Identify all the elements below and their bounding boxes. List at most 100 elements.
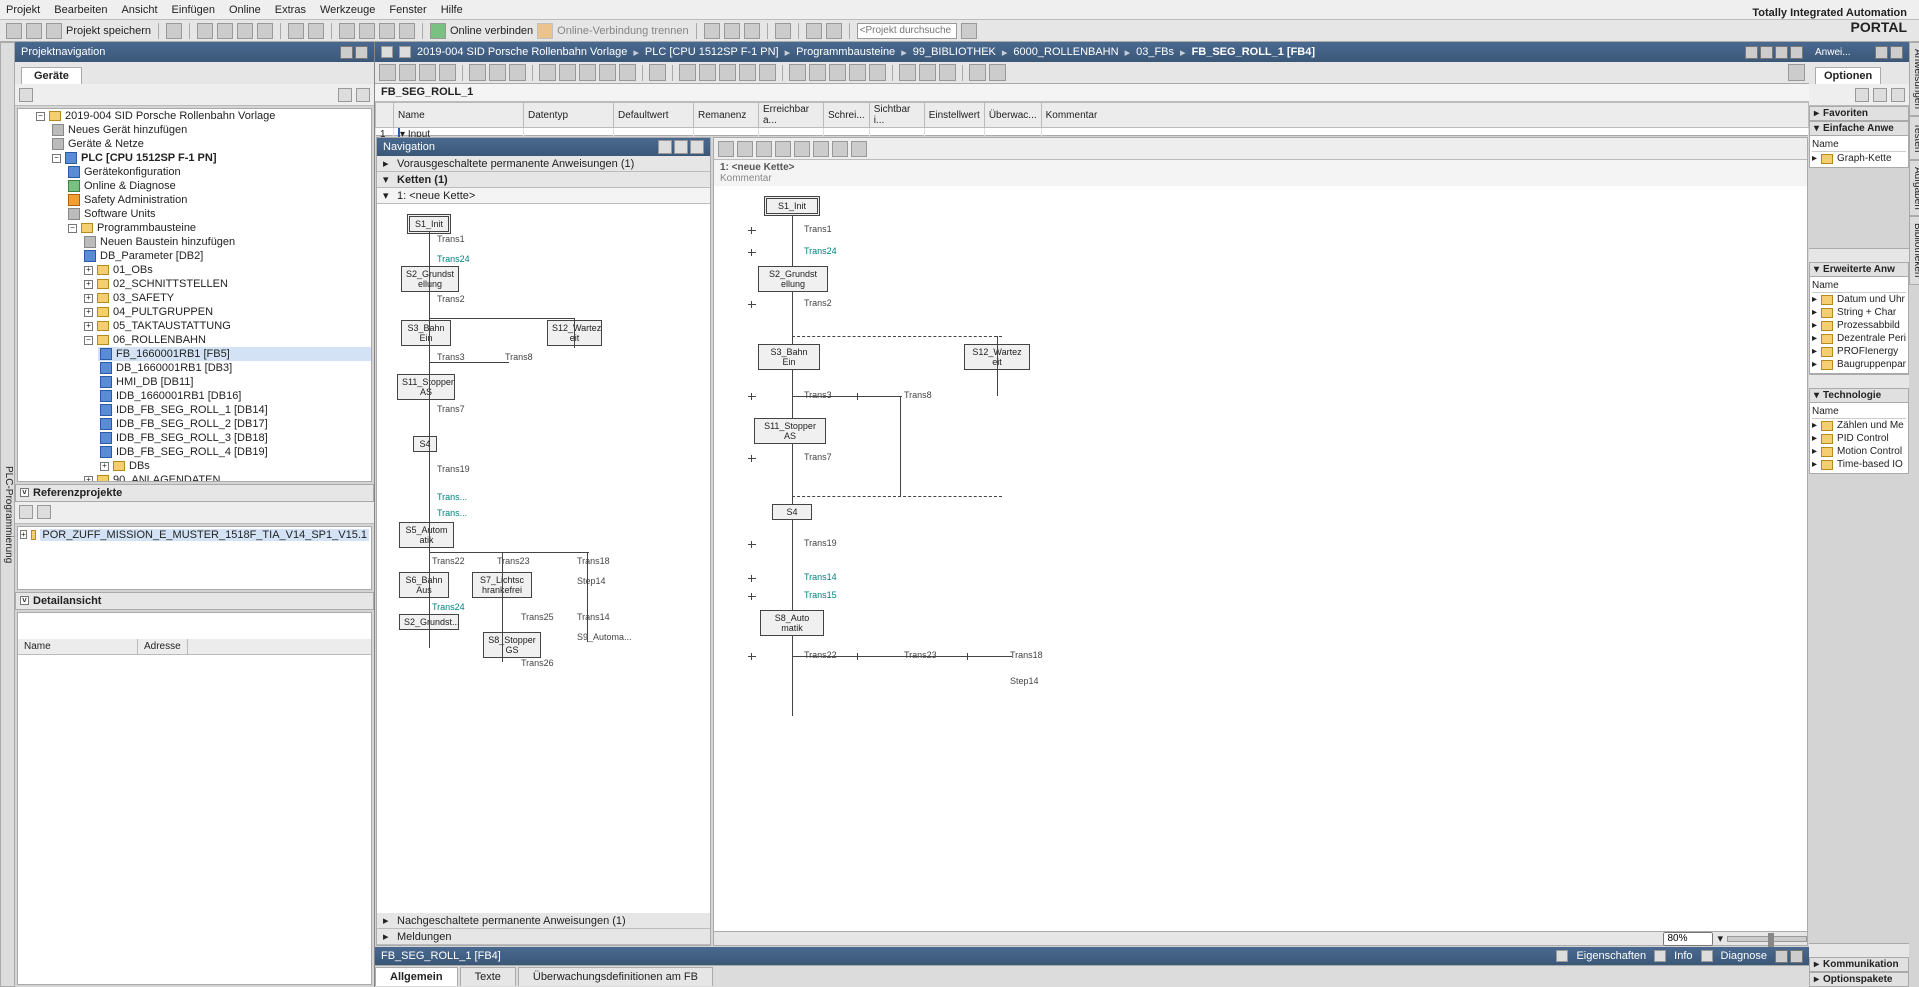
adv-item[interactable]: ▸ Datum und Uhr xyxy=(1812,293,1906,306)
communication-section[interactable]: Kommunikation xyxy=(1823,959,1899,970)
et-2-icon[interactable] xyxy=(399,64,416,81)
properties-tab[interactable]: Eigenschaften xyxy=(1576,950,1646,962)
et-21-icon[interactable] xyxy=(829,64,846,81)
et-25-icon[interactable] xyxy=(919,64,936,81)
meldungen-header[interactable]: ▸Meldungen xyxy=(377,929,710,945)
fit-icon[interactable] xyxy=(690,140,704,154)
max-icon[interactable] xyxy=(1760,46,1773,59)
menu-einfuegen[interactable]: Einfügen xyxy=(172,4,215,16)
gt-branch-icon[interactable] xyxy=(756,141,772,157)
gt-trans-icon[interactable] xyxy=(737,141,753,157)
et-7-icon[interactable] xyxy=(509,64,526,81)
redo-icon[interactable] xyxy=(308,23,324,39)
tree-expander[interactable]: − xyxy=(52,154,61,163)
download-icon[interactable] xyxy=(359,23,375,39)
tree-expander[interactable]: + xyxy=(20,530,27,539)
menu-hilfe[interactable]: Hilfe xyxy=(441,4,463,16)
left-vertical-tab[interactable]: PLC-Programmierung xyxy=(0,42,15,987)
et-10-icon[interactable] xyxy=(579,64,596,81)
et-13-icon[interactable] xyxy=(649,64,666,81)
adv-item[interactable]: ▸ PROFIenergy xyxy=(1812,345,1906,358)
nav-back-icon[interactable] xyxy=(381,46,393,58)
adv-item[interactable]: ▸ Dezentrale Peri xyxy=(1812,332,1906,345)
layout-1-icon[interactable] xyxy=(806,23,822,39)
et-26-icon[interactable] xyxy=(939,64,956,81)
tree-tool-1-icon[interactable] xyxy=(19,88,33,102)
vtab-anweisungen[interactable]: Anweisungen xyxy=(1909,42,1919,116)
et-8-icon[interactable] xyxy=(539,64,556,81)
et-6-icon[interactable] xyxy=(489,64,506,81)
ge-step-s2[interactable]: S2_Grundst ellung xyxy=(758,266,828,292)
et-22-icon[interactable] xyxy=(849,64,866,81)
et-12-icon[interactable] xyxy=(619,64,636,81)
favorites-section[interactable]: Favoriten xyxy=(1823,108,1868,119)
save-project-button[interactable]: Projekt speichern xyxy=(66,25,151,37)
tech-item[interactable]: ▸ Motion Control xyxy=(1812,445,1906,458)
et-18-icon[interactable] xyxy=(759,64,776,81)
zoom-input[interactable] xyxy=(1663,932,1713,946)
compile-icon[interactable] xyxy=(339,23,355,39)
et-20-icon[interactable] xyxy=(809,64,826,81)
ge-step-14[interactable]: Step14 xyxy=(1010,676,1039,686)
step-s4[interactable]: S4 xyxy=(413,436,437,452)
chain-1-header[interactable]: ▾1: <neue Kette> xyxy=(377,188,710,204)
copy-icon[interactable] xyxy=(217,23,233,39)
upload-icon[interactable] xyxy=(379,23,395,39)
perm-pre-header[interactable]: ▸Vorausgeschaltete permanente Anweisunge… xyxy=(377,156,710,172)
perm-post-header[interactable]: ▸Nachgeschaltete permanente Anweisungen … xyxy=(377,913,710,929)
step-s1-init[interactable]: S1_Init xyxy=(407,214,451,234)
stop-cpu-icon[interactable] xyxy=(744,23,760,39)
info-tab[interactable]: Info xyxy=(1674,950,1692,962)
tree-expander[interactable]: + xyxy=(84,294,93,303)
adv-item[interactable]: ▸ String + Char xyxy=(1812,306,1906,319)
ge-trans-7[interactable]: Trans7 xyxy=(804,452,832,462)
project-tree[interactable]: −2019-004 SID Porsche Rollenbahn Vorlage… xyxy=(17,108,372,482)
et-5-icon[interactable] xyxy=(469,64,486,81)
step-s9[interactable]: S8_Stopper GS xyxy=(483,632,541,658)
r-tool-2-icon[interactable] xyxy=(1873,88,1887,102)
ge-trans-14a[interactable]: Trans14 xyxy=(804,572,837,582)
menu-ansicht[interactable]: Ansicht xyxy=(121,4,157,16)
tree-expander[interactable]: + xyxy=(84,476,93,482)
graph-kette-item[interactable]: ▸ Graph-Kette xyxy=(1812,152,1906,165)
tech-item[interactable]: ▸ PID Control xyxy=(1812,432,1906,445)
undo-icon[interactable] xyxy=(288,23,304,39)
step-s3[interactable]: S3_Bahn Ein xyxy=(401,320,451,346)
et-24-icon[interactable] xyxy=(899,64,916,81)
accessible-devices-icon[interactable] xyxy=(704,23,720,39)
zoom-out-icon[interactable] xyxy=(674,140,688,154)
reference-projects-list[interactable]: +POR_ZUFF_MISSION_E_MUSTER_1518F_TIA_V14… xyxy=(17,526,372,590)
et-14-icon[interactable] xyxy=(679,64,696,81)
ge-trans-1[interactable]: Trans1 xyxy=(804,224,832,234)
r-min-icon[interactable] xyxy=(1875,46,1888,59)
project-search-input[interactable] xyxy=(857,23,957,39)
menu-projekt[interactable]: Projekt xyxy=(6,4,40,16)
gt-8-icon[interactable] xyxy=(851,141,867,157)
cross-ref-icon[interactable] xyxy=(775,23,791,39)
et-27-icon[interactable] xyxy=(969,64,986,81)
gt-jump-icon[interactable] xyxy=(794,141,810,157)
r-max-icon[interactable] xyxy=(1890,46,1903,59)
tree-expander[interactable]: − xyxy=(36,112,45,121)
tree-expander[interactable]: − xyxy=(84,336,93,345)
et-19-icon[interactable] xyxy=(789,64,806,81)
nav-fwd-icon[interactable] xyxy=(399,46,411,58)
menu-werkzeuge[interactable]: Werkzeuge xyxy=(320,4,375,16)
menu-bearbeiten[interactable]: Bearbeiten xyxy=(54,4,107,16)
ge-trans-23[interactable]: Trans23 xyxy=(904,650,937,660)
vtab-testen[interactable]: Testen xyxy=(1909,116,1919,159)
options-tab[interactable]: Optionen xyxy=(1815,67,1881,84)
ref-expander[interactable]: ˅ xyxy=(20,488,29,497)
detail-expander[interactable]: ˅ xyxy=(20,596,29,605)
tree-expander[interactable]: + xyxy=(84,308,93,317)
et-16-icon[interactable] xyxy=(719,64,736,81)
step-s2[interactable]: S2_Grundst ellung xyxy=(401,266,459,292)
prop-max-icon[interactable] xyxy=(1790,950,1803,963)
tab-allgemein[interactable]: Allgemein xyxy=(375,967,458,986)
tree-tool-2-icon[interactable] xyxy=(338,88,352,102)
go-online-icon[interactable] xyxy=(430,23,446,39)
ge-trans-19[interactable]: Trans19 xyxy=(804,538,837,548)
graph-canvas[interactable]: S1_Init Trans1 Trans24 S2_Grundst ellung… xyxy=(714,186,1807,931)
expand-icon[interactable] xyxy=(355,46,368,59)
tree-expander[interactable]: + xyxy=(100,462,109,471)
